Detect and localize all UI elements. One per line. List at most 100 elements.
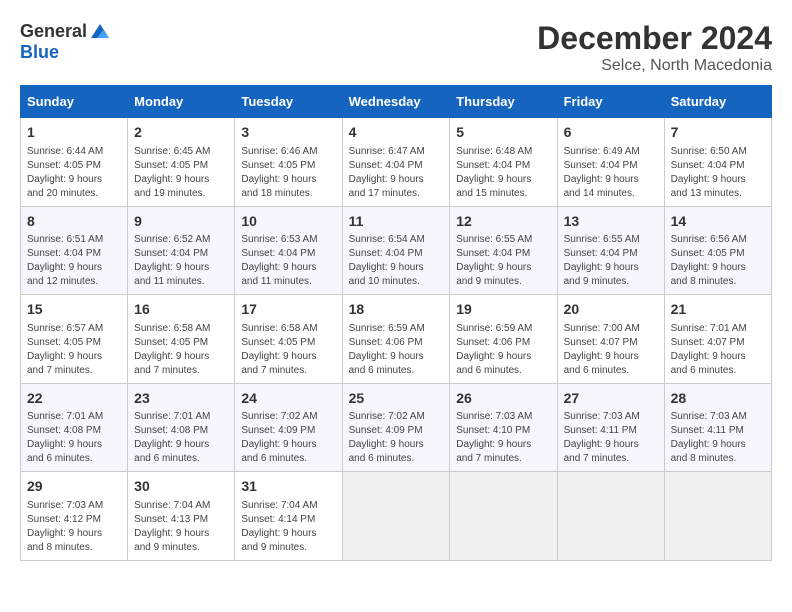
calendar-cell <box>450 472 557 561</box>
day-number: 4 <box>349 123 444 143</box>
day-number: 15 <box>27 300 121 320</box>
weekday-header-row: SundayMondayTuesdayWednesdayThursdayFrid… <box>21 86 772 118</box>
day-info: Sunrise: 6:52 AMSunset: 4:04 PMDaylight:… <box>134 233 228 289</box>
month-title: December 2024 <box>537 20 772 57</box>
logo-icon <box>89 20 111 42</box>
day-info: Sunrise: 6:53 AMSunset: 4:04 PMDaylight:… <box>241 233 335 289</box>
day-info: Sunrise: 6:59 AMSunset: 4:06 PMDaylight:… <box>456 322 550 378</box>
calendar-week-row: 22Sunrise: 7:01 AMSunset: 4:08 PMDayligh… <box>21 383 772 472</box>
calendar-week-row: 1Sunrise: 6:44 AMSunset: 4:05 PMDaylight… <box>21 118 772 207</box>
day-info: Sunrise: 6:48 AMSunset: 4:04 PMDaylight:… <box>456 145 550 201</box>
calendar-cell: 7Sunrise: 6:50 AMSunset: 4:04 PMDaylight… <box>664 118 771 207</box>
day-number: 18 <box>349 300 444 320</box>
day-info: Sunrise: 7:01 AMSunset: 4:07 PMDaylight:… <box>671 322 765 378</box>
calendar-cell: 15Sunrise: 6:57 AMSunset: 4:05 PMDayligh… <box>21 295 128 384</box>
location-text: Selce, North Macedonia <box>537 57 772 75</box>
day-info: Sunrise: 6:47 AMSunset: 4:04 PMDaylight:… <box>349 145 444 201</box>
calendar-cell: 9Sunrise: 6:52 AMSunset: 4:04 PMDaylight… <box>128 206 235 295</box>
page-header: General Blue December 2024 Selce, North … <box>20 20 772 75</box>
day-number: 31 <box>241 477 335 497</box>
calendar-cell: 17Sunrise: 6:58 AMSunset: 4:05 PMDayligh… <box>235 295 342 384</box>
day-number: 30 <box>134 477 228 497</box>
day-number: 6 <box>564 123 658 143</box>
calendar-cell <box>557 472 664 561</box>
day-info: Sunrise: 6:57 AMSunset: 4:05 PMDaylight:… <box>27 322 121 378</box>
calendar-week-row: 15Sunrise: 6:57 AMSunset: 4:05 PMDayligh… <box>21 295 772 384</box>
day-info: Sunrise: 6:44 AMSunset: 4:05 PMDaylight:… <box>27 145 121 201</box>
calendar-cell: 8Sunrise: 6:51 AMSunset: 4:04 PMDaylight… <box>21 206 128 295</box>
day-number: 27 <box>564 389 658 409</box>
day-number: 13 <box>564 212 658 232</box>
day-info: Sunrise: 6:55 AMSunset: 4:04 PMDaylight:… <box>564 233 658 289</box>
day-number: 12 <box>456 212 550 232</box>
day-info: Sunrise: 6:55 AMSunset: 4:04 PMDaylight:… <box>456 233 550 289</box>
day-number: 19 <box>456 300 550 320</box>
weekday-header-friday: Friday <box>557 86 664 118</box>
calendar-cell: 19Sunrise: 6:59 AMSunset: 4:06 PMDayligh… <box>450 295 557 384</box>
calendar-cell: 14Sunrise: 6:56 AMSunset: 4:05 PMDayligh… <box>664 206 771 295</box>
logo-general-text: General <box>20 21 87 42</box>
day-info: Sunrise: 6:49 AMSunset: 4:04 PMDaylight:… <box>564 145 658 201</box>
calendar-cell: 22Sunrise: 7:01 AMSunset: 4:08 PMDayligh… <box>21 383 128 472</box>
weekday-header-wednesday: Wednesday <box>342 86 450 118</box>
calendar-table: SundayMondayTuesdayWednesdayThursdayFrid… <box>20 85 772 561</box>
day-info: Sunrise: 7:03 AMSunset: 4:10 PMDaylight:… <box>456 410 550 466</box>
day-info: Sunrise: 7:02 AMSunset: 4:09 PMDaylight:… <box>349 410 444 466</box>
calendar-cell: 30Sunrise: 7:04 AMSunset: 4:13 PMDayligh… <box>128 472 235 561</box>
calendar-cell: 10Sunrise: 6:53 AMSunset: 4:04 PMDayligh… <box>235 206 342 295</box>
day-info: Sunrise: 6:46 AMSunset: 4:05 PMDaylight:… <box>241 145 335 201</box>
calendar-cell: 5Sunrise: 6:48 AMSunset: 4:04 PMDaylight… <box>450 118 557 207</box>
day-number: 11 <box>349 212 444 232</box>
calendar-cell: 28Sunrise: 7:03 AMSunset: 4:11 PMDayligh… <box>664 383 771 472</box>
day-info: Sunrise: 7:04 AMSunset: 4:13 PMDaylight:… <box>134 499 228 555</box>
day-number: 14 <box>671 212 765 232</box>
day-info: Sunrise: 6:58 AMSunset: 4:05 PMDaylight:… <box>241 322 335 378</box>
day-number: 5 <box>456 123 550 143</box>
calendar-week-row: 29Sunrise: 7:03 AMSunset: 4:12 PMDayligh… <box>21 472 772 561</box>
calendar-cell: 11Sunrise: 6:54 AMSunset: 4:04 PMDayligh… <box>342 206 450 295</box>
calendar-cell: 23Sunrise: 7:01 AMSunset: 4:08 PMDayligh… <box>128 383 235 472</box>
day-number: 28 <box>671 389 765 409</box>
calendar-cell: 27Sunrise: 7:03 AMSunset: 4:11 PMDayligh… <box>557 383 664 472</box>
calendar-cell: 26Sunrise: 7:03 AMSunset: 4:10 PMDayligh… <box>450 383 557 472</box>
day-info: Sunrise: 6:50 AMSunset: 4:04 PMDaylight:… <box>671 145 765 201</box>
calendar-week-row: 8Sunrise: 6:51 AMSunset: 4:04 PMDaylight… <box>21 206 772 295</box>
day-number: 26 <box>456 389 550 409</box>
calendar-cell: 4Sunrise: 6:47 AMSunset: 4:04 PMDaylight… <box>342 118 450 207</box>
logo-blue-text: Blue <box>20 42 59 63</box>
weekday-header-sunday: Sunday <box>21 86 128 118</box>
calendar-cell: 6Sunrise: 6:49 AMSunset: 4:04 PMDaylight… <box>557 118 664 207</box>
day-info: Sunrise: 7:03 AMSunset: 4:11 PMDaylight:… <box>564 410 658 466</box>
weekday-header-tuesday: Tuesday <box>235 86 342 118</box>
calendar-cell: 12Sunrise: 6:55 AMSunset: 4:04 PMDayligh… <box>450 206 557 295</box>
calendar-cell: 1Sunrise: 6:44 AMSunset: 4:05 PMDaylight… <box>21 118 128 207</box>
day-info: Sunrise: 6:58 AMSunset: 4:05 PMDaylight:… <box>134 322 228 378</box>
day-number: 17 <box>241 300 335 320</box>
weekday-header-thursday: Thursday <box>450 86 557 118</box>
calendar-cell: 24Sunrise: 7:02 AMSunset: 4:09 PMDayligh… <box>235 383 342 472</box>
calendar-cell: 13Sunrise: 6:55 AMSunset: 4:04 PMDayligh… <box>557 206 664 295</box>
calendar-cell: 31Sunrise: 7:04 AMSunset: 4:14 PMDayligh… <box>235 472 342 561</box>
calendar-cell <box>664 472 771 561</box>
logo: General Blue <box>20 20 111 63</box>
calendar-cell: 2Sunrise: 6:45 AMSunset: 4:05 PMDaylight… <box>128 118 235 207</box>
weekday-header-saturday: Saturday <box>664 86 771 118</box>
day-info: Sunrise: 6:45 AMSunset: 4:05 PMDaylight:… <box>134 145 228 201</box>
calendar-cell: 3Sunrise: 6:46 AMSunset: 4:05 PMDaylight… <box>235 118 342 207</box>
calendar-cell: 18Sunrise: 6:59 AMSunset: 4:06 PMDayligh… <box>342 295 450 384</box>
day-number: 9 <box>134 212 228 232</box>
day-info: Sunrise: 7:02 AMSunset: 4:09 PMDaylight:… <box>241 410 335 466</box>
calendar-cell <box>342 472 450 561</box>
calendar-cell: 16Sunrise: 6:58 AMSunset: 4:05 PMDayligh… <box>128 295 235 384</box>
day-info: Sunrise: 7:01 AMSunset: 4:08 PMDaylight:… <box>134 410 228 466</box>
day-number: 22 <box>27 389 121 409</box>
day-number: 3 <box>241 123 335 143</box>
weekday-header-monday: Monday <box>128 86 235 118</box>
day-number: 21 <box>671 300 765 320</box>
day-info: Sunrise: 7:03 AMSunset: 4:12 PMDaylight:… <box>27 499 121 555</box>
day-info: Sunrise: 6:59 AMSunset: 4:06 PMDaylight:… <box>349 322 444 378</box>
day-number: 10 <box>241 212 335 232</box>
day-number: 25 <box>349 389 444 409</box>
day-info: Sunrise: 7:01 AMSunset: 4:08 PMDaylight:… <box>27 410 121 466</box>
day-info: Sunrise: 6:54 AMSunset: 4:04 PMDaylight:… <box>349 233 444 289</box>
